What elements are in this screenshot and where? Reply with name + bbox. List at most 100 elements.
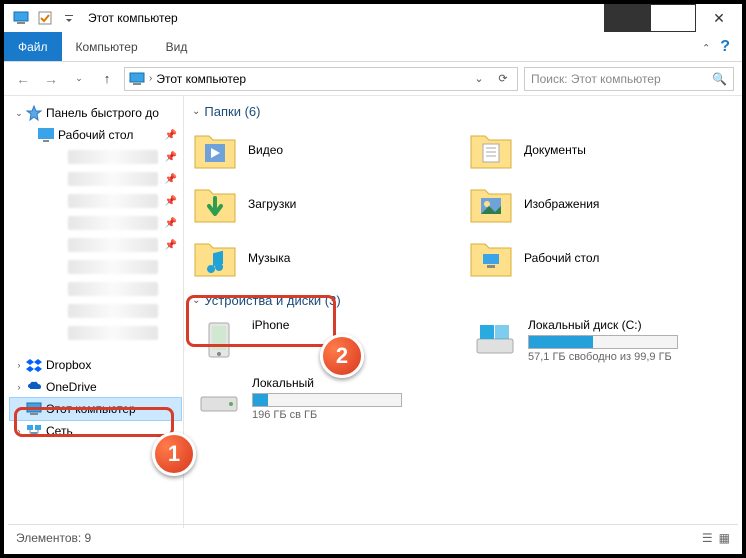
dropbox-icon [26, 357, 42, 373]
tab-computer[interactable]: Компьютер [62, 32, 152, 61]
sidebar-label: Dropbox [46, 358, 181, 372]
folder-icon [192, 181, 238, 227]
star-icon [26, 105, 42, 121]
folder-item-downloads[interactable]: Загрузки [192, 179, 458, 229]
folder-icon [192, 127, 238, 173]
sidebar-item-blurred[interactable]: 📌 [10, 190, 181, 212]
sidebar-label: Рабочий стол [58, 128, 165, 142]
address-dropdown-button[interactable]: ⌄ [469, 72, 489, 85]
folder-label: Загрузки [248, 197, 296, 211]
chevron-right-icon: › [12, 360, 26, 370]
sidebar-label: Панель быстрого до [46, 106, 181, 120]
pc-icon [129, 72, 145, 86]
device-item-iphone[interactable]: iPhone [192, 314, 458, 368]
search-input[interactable]: Поиск: Этот компьютер 🔍 [524, 67, 734, 91]
maximize-button[interactable] [650, 4, 696, 32]
chevron-right-icon: › [12, 426, 26, 436]
sidebar-item-blurred[interactable] [10, 322, 181, 344]
sidebar-label: OneDrive [46, 380, 181, 394]
sidebar-item-dropbox[interactable]: › Dropbox [10, 354, 181, 376]
capacity-bar [528, 335, 678, 349]
folder-label: Изображения [524, 197, 599, 211]
sidebar: ⌄ Панель быстрого до Рабочий стол 📌 📌 📌 … [4, 96, 184, 528]
nav-back-button[interactable]: ← [12, 68, 34, 90]
refresh-button[interactable]: ⟳ [493, 72, 513, 85]
chevron-down-icon: ⌄ [192, 295, 200, 306]
folder-icon [192, 235, 238, 281]
sidebar-item-blurred[interactable] [10, 256, 181, 278]
section-label: Устройства и диски (3) [204, 293, 340, 308]
address-separator-icon: › [149, 73, 152, 84]
sidebar-label: Этот компьютер [46, 402, 181, 416]
pin-icon: 📌 [165, 218, 177, 229]
status-elements: Элементов: 9 [16, 531, 91, 545]
view-large-icon[interactable]: ▦ [719, 531, 730, 545]
minimize-button[interactable] [604, 4, 650, 32]
ribbon-collapse-icon[interactable]: ⌄ [702, 41, 710, 52]
folder-item-video[interactable]: Видео [192, 125, 458, 175]
onedrive-icon [26, 379, 42, 395]
address-text: Этот компьютер [156, 72, 465, 86]
folder-label: Видео [248, 143, 283, 157]
device-label: Локальный [252, 376, 402, 390]
network-icon [26, 423, 42, 439]
nav-up-button[interactable]: ↑ [96, 68, 118, 90]
help-icon[interactable]: ? [720, 38, 730, 56]
ribbon-tabs: Файл Компьютер Вид ⌄ ? [4, 32, 742, 62]
window-title: Этот компьютер [88, 11, 178, 25]
device-item-disk-local[interactable]: Локальный 196 ГБ св ГБ [192, 372, 458, 426]
section-folders-header[interactable]: ⌄ Папки (6) [192, 100, 734, 125]
chevron-right-icon: › [12, 404, 26, 414]
sidebar-item-desktop[interactable]: Рабочий стол 📌 [10, 124, 181, 146]
device-info: 196 ГБ св ГБ [252, 409, 402, 421]
folder-icon [468, 235, 514, 281]
sidebar-item-onedrive[interactable]: › OneDrive [10, 376, 181, 398]
navbar: ← → ⌄ ↑ › Этот компьютер ⌄ ⟳ Поиск: Этот… [4, 62, 742, 96]
content-pane: ⌄ Папки (6) Видео Документы [184, 96, 742, 528]
chevron-right-icon: › [12, 382, 26, 392]
folder-label: Музыка [248, 251, 290, 265]
folder-label: Документы [524, 143, 586, 157]
sidebar-item-quick-access[interactable]: ⌄ Панель быстрого до [10, 102, 181, 124]
folder-label: Рабочий стол [524, 251, 599, 265]
sidebar-item-this-pc[interactable]: › Этот компьютер [10, 398, 181, 420]
device-item-disk-c[interactable]: Локальный диск (C:) 57,1 ГБ свободно из … [468, 314, 734, 368]
sidebar-item-network[interactable]: › Сеть [10, 420, 181, 442]
qat-overflow[interactable] [58, 7, 80, 29]
sidebar-item-blurred[interactable] [10, 278, 181, 300]
folder-icon [468, 181, 514, 227]
pin-icon: 📌 [165, 130, 177, 141]
device-icon [196, 318, 242, 364]
drive-icon [196, 376, 242, 422]
tab-view[interactable]: Вид [152, 32, 202, 61]
search-icon: 🔍 [712, 72, 727, 86]
nav-forward-button[interactable]: → [40, 68, 62, 90]
sidebar-item-blurred[interactable] [10, 300, 181, 322]
close-button[interactable]: ✕ [696, 4, 742, 32]
sidebar-item-blurred[interactable]: 📌 [10, 168, 181, 190]
nav-recent-button[interactable]: ⌄ [68, 68, 90, 90]
pin-icon: 📌 [165, 240, 177, 251]
section-devices-header[interactable]: ⌄ Устройства и диски (3) [192, 289, 734, 314]
capacity-bar [252, 393, 402, 407]
tab-file[interactable]: Файл [4, 32, 62, 61]
folder-icon [468, 127, 514, 173]
qat-pc-icon [10, 7, 32, 29]
sidebar-label: Сеть [46, 424, 181, 438]
search-placeholder: Поиск: Этот компьютер [531, 72, 661, 86]
address-bar[interactable]: › Этот компьютер ⌄ ⟳ [124, 67, 518, 91]
pin-icon: 📌 [165, 152, 177, 163]
desktop-icon [38, 127, 54, 143]
folder-item-music[interactable]: Музыка [192, 233, 458, 283]
statusbar: Элементов: 9 ☰ ▦ [8, 524, 738, 550]
folder-item-desktop[interactable]: Рабочий стол [468, 233, 734, 283]
sidebar-item-blurred[interactable]: 📌 [10, 146, 181, 168]
view-details-icon[interactable]: ☰ [702, 531, 713, 545]
folder-item-pictures[interactable]: Изображения [468, 179, 734, 229]
qat-checkbox-icon[interactable] [34, 7, 56, 29]
chevron-down-icon: ⌄ [192, 106, 200, 117]
folder-item-documents[interactable]: Документы [468, 125, 734, 175]
sidebar-item-blurred[interactable]: 📌 [10, 212, 181, 234]
pc-icon [26, 401, 42, 417]
sidebar-item-blurred[interactable]: 📌 [10, 234, 181, 256]
